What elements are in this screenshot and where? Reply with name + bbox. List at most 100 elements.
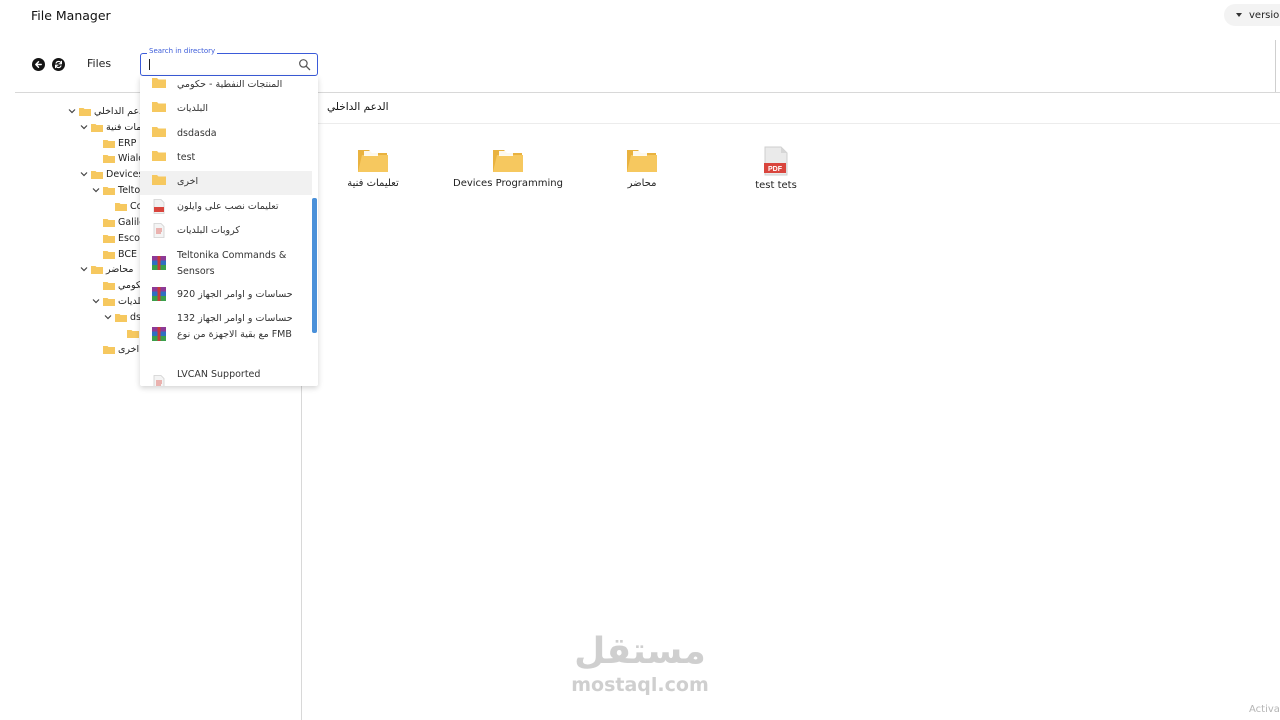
folder-icon [91,170,103,179]
dropdown-scrollbar[interactable] [312,198,317,333]
text-cursor [149,59,150,70]
folder-item[interactable]: Devices Programming [438,146,578,189]
folder-icon [103,139,115,148]
item-label: محاضر [627,178,657,189]
result-label: dsdasda [177,128,217,139]
watermark-latin: mostaql.com [571,674,709,696]
item-label: تعليمات فنية [347,178,399,189]
window-edge [1275,40,1276,92]
pdf-file-icon [153,199,164,214]
folder-icon [115,202,127,211]
result-item[interactable]: كروبات البلديات [140,223,312,239]
result-label: المنتجات النفطية - حكومي [177,79,283,90]
folder-icon [103,154,115,163]
tree-node-label: محاضر [106,263,134,275]
result-item[interactable]: dsdasda [140,126,312,142]
folder-open-icon [627,150,657,172]
result-item[interactable]: المنتجات النفطية - حكومي [140,77,312,93]
item-label: Devices Programming [453,178,563,189]
folder-item[interactable]: تعليمات فنية [303,146,443,189]
chevron-down-icon[interactable] [79,171,89,177]
result-item[interactable]: LVCAN Supported [140,367,312,386]
file-item[interactable]: PDF test tets [706,146,846,191]
refresh-icon [54,60,63,69]
folder-icon [151,78,166,88]
chevron-down-icon[interactable] [67,108,77,114]
search-icon[interactable] [298,58,311,71]
folder-icon [103,250,115,259]
version-dropdown-button[interactable]: version [1224,4,1280,26]
result-item[interactable]: حساسات و اوامر الجهاز 920 [140,287,312,303]
file-manager-app: File Manager version Files Search in dir… [0,0,1280,720]
chevron-down-icon[interactable] [103,314,113,320]
watermark: مستقل mostaql.com [560,630,720,696]
tree-node[interactable]: ERP [103,136,136,150]
folder-icon [103,218,115,227]
archive-icon [151,327,166,341]
folder-icon [91,265,103,274]
back-button[interactable] [32,58,45,71]
files-breadcrumb-label[interactable]: Files [87,57,111,70]
refresh-button[interactable] [52,58,65,71]
pdf-badge-label: PDF [768,166,783,173]
tree-node[interactable]: محاضر [79,262,133,276]
folder-open-icon [493,150,523,172]
folder-icon [151,127,166,137]
chevron-down-icon[interactable] [79,124,89,130]
tree-node[interactable]: BCE [103,247,137,261]
tree-node[interactable]: الدعم الداخلي [67,104,150,118]
result-label: كروبات البلديات [177,225,240,236]
chevron-down-icon[interactable] [91,187,101,193]
search-results-dropdown: المنتجات النفطية - حكومي البلديات dsdasd… [140,76,318,386]
folder-icon [151,151,166,161]
search-input[interactable]: Search in directory [140,46,318,76]
activate-notice: Activate [1249,704,1280,715]
folder-icon [151,175,166,185]
result-label: LVCAN Supported [177,369,261,380]
result-item[interactable]: test [140,150,312,166]
result-label: اخرى [177,176,199,187]
folder-icon [103,297,115,306]
document-icon [153,223,164,238]
result-item[interactable]: حساسات و اوامر الجهاز 132 مع بقية الاجهز… [140,311,312,343]
folder-icon [103,186,115,195]
tree-node-label: اخرى [118,343,140,355]
result-label: حساسات و اوامر الجهاز 920 [177,289,293,300]
folder-icon [127,329,139,338]
folder-open-icon [358,150,388,172]
pdf-file-icon: PDF [764,146,788,176]
folder-item[interactable]: محاضر [572,146,712,189]
item-label: test tets [755,180,797,191]
watermark-arabic: مستقل [574,631,706,672]
result-label: البلديات [177,103,209,114]
result-item[interactable]: Teltonika Commands & Sensors [140,248,312,280]
chevron-down-icon[interactable] [91,298,101,304]
search-legend: Search in directory [147,46,218,56]
archive-icon [151,287,166,301]
result-label: تعليمات نصب على وايلون [177,201,279,212]
folder-icon [115,313,127,322]
chevron-down-icon[interactable] [79,266,89,272]
folder-icon [91,123,103,132]
result-item[interactable]: تعليمات نصب على وايلون [140,199,312,215]
result-label: test [177,152,196,163]
caret-down-icon [1236,13,1242,17]
current-folder-breadcrumb[interactable]: الدعم الداخلي [327,101,388,113]
result-item-highlighted[interactable]: اخرى [140,171,312,195]
folder-icon [103,234,115,243]
tree-node-label: BCE [118,248,137,260]
tree-node-label: ERP [118,137,137,149]
version-label: version [1249,9,1280,21]
folder-icon [103,281,115,290]
folder-icon [103,345,115,354]
folder-icon [79,107,91,116]
result-item[interactable]: البلديات [140,101,312,117]
app-title: File Manager [31,8,111,23]
result-label: Teltonika Commands & Sensors [177,250,287,277]
folder-icon [151,102,166,112]
tree-node[interactable]: اخرى [103,342,139,356]
document-icon [153,375,164,386]
arrow-left-icon [35,61,42,68]
archive-icon [151,256,166,270]
result-label: حساسات و اوامر الجهاز 132 مع بقية الاجهز… [177,313,293,340]
